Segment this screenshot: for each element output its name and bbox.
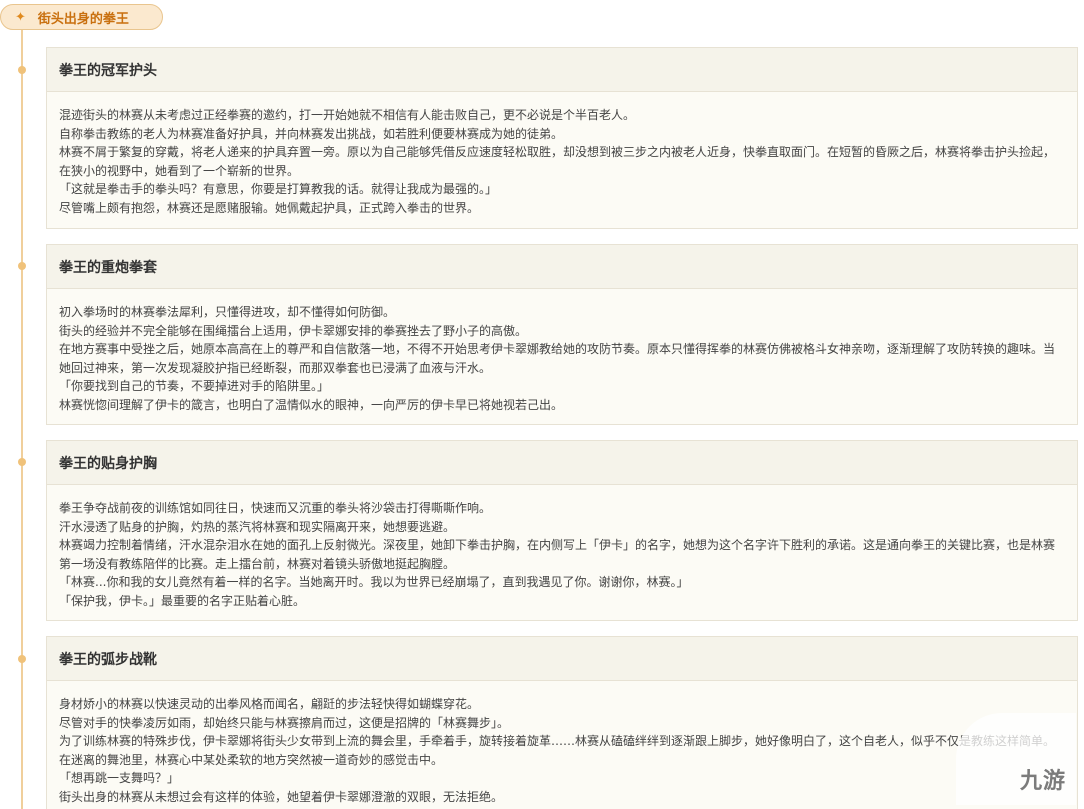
card-title: 拳王的贴身护胸: [59, 455, 157, 472]
story-line: 「你要找到自己的节奏，不要掉进对手的陷阱里。」: [59, 379, 330, 394]
timeline-dot: [18, 262, 26, 270]
story-line: 「林赛...你和我的女儿竟然有着一样的名字。当她离开时。我以为世界已经崩塌了，直…: [59, 575, 689, 590]
timeline-dot: [18, 458, 26, 466]
card-header: 拳王的贴身护胸: [47, 441, 1077, 485]
story-line: 身材娇小的林赛以快速灵动的出拳风格而闻名，翩跹的步法轻快得如蝴蝶穿花。: [59, 697, 480, 711]
page: ✦ 街头出身的拳王 拳王的冠军护头 混迹街头的林赛从未考虑过正经拳赛的邀约，打一…: [0, 0, 1084, 809]
card-header: 拳王的重炮拳套: [47, 245, 1077, 289]
story-line: 为了训练林赛的特殊步伐，伊卡翠娜将街头少女带到上流的舞会里，手牵着手，旋转接着旋…: [59, 734, 1056, 767]
story-line: 初入拳场时的林赛拳法犀利，只懂得进攻，却不懂得如何防御。: [59, 305, 396, 319]
story-line: 街头的经验并不完全能够在围绳擂台上适用，伊卡翠娜安排的拳赛挫去了野小子的高傲。: [59, 323, 528, 338]
card-header: 拳王的冠军护头: [47, 48, 1077, 92]
timeline-line: [21, 30, 23, 809]
section-title: 街头出身的拳王: [37, 11, 129, 27]
card-body: 初入拳场时的林赛拳法犀利，只懂得进攻，却不懂得如何防御。 街头的经验并不完全能够…: [47, 289, 1077, 423]
card-body: 混迹街头的林赛从未考虑过正经拳赛的邀约，打一开始她就不相信有人能击败自己，更不必…: [47, 92, 1077, 226]
story-line: 「想再跳一支舞吗？」: [59, 771, 180, 786]
card-header: 拳王的弧步战靴: [47, 637, 1077, 681]
story-line: 拳王争夺战前夜的训练馆如同往日，快速而又沉重的拳头将沙袋击打得嘶嘶作响。: [59, 501, 492, 515]
artifact-card: 拳王的冠军护头 混迹街头的林赛从未考虑过正经拳赛的邀约，打一开始她就不相信有人能…: [46, 47, 1078, 229]
timeline-dot: [18, 66, 26, 74]
story-line: 林赛竭力控制着情绪，汗水混杂泪水在她的面孔上反射微光。深夜里，她卸下拳击护胸，在…: [59, 538, 1056, 571]
card-title: 拳王的弧步战靴: [59, 651, 157, 668]
story-line: 尽管对手的快拳凌厉如雨，却始终只能与林赛擦肩而过，这便是招牌的「林赛舞步」。: [59, 715, 510, 730]
artifact-card: 拳王的重炮拳套 初入拳场时的林赛拳法犀利，只懂得进攻，却不懂得如何防御。 街头的…: [46, 244, 1078, 425]
card-title: 拳王的重炮拳套: [59, 259, 157, 276]
card-title: 拳王的冠军护头: [59, 62, 157, 79]
story-line: 街头出身的林赛从未想过会有这样的体验，她望着伊卡翠娜澄澈的双眼，无法拒绝。: [59, 789, 504, 804]
card-body: 身材娇小的林赛以快速灵动的出拳风格而闻名，翩跹的步法轻快得如蝴蝶穿花。 尽管对手…: [47, 681, 1077, 809]
section-header: ✦ 街头出身的拳王: [0, 4, 163, 30]
story-line: 自称拳击教练的老人为林赛准备好护具，并向林赛发出挑战，如若胜利便要林赛成为她的徒…: [59, 126, 564, 141]
card-body: 拳王争夺战前夜的训练馆如同往日，快速而又沉重的拳头将沙袋击打得嘶嘶作响。 汗水浸…: [47, 485, 1077, 619]
story-line: 汗水浸透了贴身的护胸，灼热的蒸汽将林赛和现实隔离开来，她想要逃避。: [59, 519, 456, 534]
sparkle-icon: ✦: [15, 9, 26, 25]
story-line: 尽管嘴上颇有抱怨，林赛还是愿赌服输。她佩戴起护具，正式跨入拳击的世界。: [59, 200, 480, 215]
story-line: 林赛恍惚间理解了伊卡的箴言，也明白了温情似水的眼神，一向严厉的伊卡早已将她视若己…: [59, 397, 564, 412]
story-line: 林赛不屑于繁复的穿戴，将老人递来的护具弃置一旁。原以为自己能够凭借反应速度轻松取…: [59, 145, 1056, 178]
story-line: 「这就是拳击手的拳头吗？有意思，你要是打算教我的话。就得让我成为最强的。」: [59, 182, 498, 197]
artifact-card: 拳王的弧步战靴 身材娇小的林赛以快速灵动的出拳风格而闻名，翩跹的步法轻快得如蝴蝶…: [46, 636, 1078, 809]
story-line: 「保护我，伊卡。」最重要的名字正贴着心脏。: [59, 593, 306, 608]
timeline-dot: [18, 655, 26, 663]
story-line: 混迹街头的林赛从未考虑过正经拳赛的邀约，打一开始她就不相信有人能击败自己，更不必…: [59, 108, 636, 122]
artifact-card: 拳王的贴身护胸 拳王争夺战前夜的训练馆如同往日，快速而又沉重的拳头将沙袋击打得嘶…: [46, 440, 1078, 621]
story-line: 在地方赛事中受挫之后，她原本高高在上的尊严和自信散落一地，不得不开始思考伊卡翠娜…: [59, 342, 1056, 375]
